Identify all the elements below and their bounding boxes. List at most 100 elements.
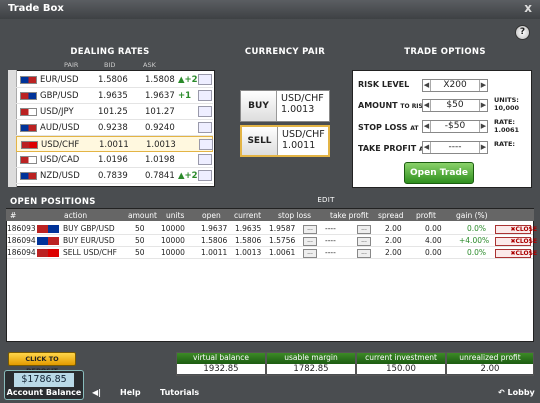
- unrealized-profit-value: 2.00: [447, 364, 533, 374]
- close-position-button[interactable]: ✖ CLOSE: [495, 237, 537, 246]
- mini-chart-icon[interactable]: [198, 106, 212, 117]
- position-spread: 2.00: [385, 224, 402, 233]
- edit-stop-button[interactable]: ...: [303, 225, 317, 234]
- table-row[interactable]: 186094 SELL USD/CHF 50 10000 1.0011 1.00…: [7, 248, 537, 259]
- rate-ask: 1.9637: [145, 91, 175, 101]
- units-label: UNITS:: [494, 96, 519, 104]
- sell-pair: USD/CHF: [282, 129, 325, 140]
- position-amount: 50: [135, 236, 145, 245]
- arrow-right-icon[interactable]: ▶: [479, 100, 487, 111]
- rate2-label: RATE:: [494, 140, 516, 148]
- rate-row-usdcad[interactable]: USD/CAD 1.0196 1.0198: [16, 152, 213, 168]
- position-gain: 0.0%: [467, 224, 487, 233]
- units-value: 10,000: [494, 104, 520, 112]
- edit-take-button[interactable]: ...: [357, 225, 371, 234]
- edit-stop-button[interactable]: ...: [303, 249, 317, 258]
- position-profit: 0.00: [425, 248, 442, 257]
- flag-icon: [20, 124, 37, 132]
- position-profit: 4.00: [425, 236, 442, 245]
- arrow-left-icon[interactable]: ◀: [423, 142, 431, 153]
- unrealized-profit: unrealized profit 2.00: [446, 352, 534, 376]
- mini-chart-icon[interactable]: [198, 170, 212, 181]
- position-amount: 50: [135, 224, 145, 233]
- stop-loss-stepper[interactable]: ◀ -$50 ▶: [422, 120, 488, 133]
- open-trade-button[interactable]: Open Trade: [404, 162, 474, 184]
- mini-chart-icon[interactable]: [198, 74, 212, 85]
- position-id: 186094: [7, 248, 36, 257]
- flag-icon: [20, 92, 37, 100]
- rate-pair: USD/CHF: [41, 140, 80, 150]
- mini-chart-icon[interactable]: [198, 122, 212, 133]
- col-id: #: [10, 211, 17, 220]
- close-icon[interactable]: x: [524, 1, 532, 15]
- edit-take-button[interactable]: ...: [357, 249, 371, 258]
- sell-label: SELL: [242, 127, 278, 155]
- rate-bid: 0.9238: [98, 123, 128, 133]
- edit-stop-button[interactable]: ...: [303, 237, 317, 246]
- sell-button[interactable]: SELL USD/CHF 1.0011: [240, 125, 330, 157]
- amount-label: AMOUNT TO RISK: [358, 101, 428, 110]
- buy-button[interactable]: BUY USD/CHF 1.0013: [240, 90, 330, 122]
- position-current: 1.5806: [235, 236, 262, 245]
- amount-label-text: AMOUNT: [358, 101, 398, 110]
- title-bar: Trade Box x: [0, 0, 540, 19]
- position-profit: 0.00: [425, 224, 442, 233]
- col-action: action: [64, 211, 88, 220]
- table-row[interactable]: 186094 BUY EUR/USD 50 10000 1.5806 1.580…: [7, 236, 537, 247]
- col-current: current: [234, 211, 262, 220]
- tutorials-link[interactable]: Tutorials: [160, 388, 199, 397]
- col-pair: PAIR: [64, 61, 79, 69]
- lobby-link[interactable]: ↶ Lobby: [498, 388, 535, 397]
- change-text: +2: [184, 75, 198, 85]
- rate-row-gbpusd[interactable]: GBP/USD 1.9635 1.9637 +1: [16, 88, 213, 104]
- back-icon[interactable]: ◀|: [92, 388, 101, 397]
- rate-row-audusd[interactable]: AUD/USD 0.9238 0.9240: [16, 120, 213, 136]
- table-row[interactable]: 186093 BUY GBP/USD 50 10000 1.9637 1.963…: [7, 224, 537, 235]
- arrow-left-icon[interactable]: ◀: [423, 100, 431, 111]
- col-gain: gain (%): [456, 211, 488, 220]
- mini-chart-icon[interactable]: [198, 154, 212, 165]
- rate-pair: NZD/USD: [40, 171, 80, 181]
- arrow-left-icon[interactable]: ◀: [423, 121, 431, 132]
- position-action: BUY GBP/USD: [63, 224, 115, 233]
- lobby-label: Lobby: [507, 388, 535, 397]
- col-units: units: [166, 211, 185, 220]
- risk-level-label: RISK LEVEL: [358, 80, 410, 89]
- col-profit: profit: [416, 211, 436, 220]
- rate-row-usdjpy[interactable]: USD/JPY 101.25 101.27: [16, 104, 213, 120]
- risk-level-stepper[interactable]: ◀ X200 ▶: [422, 79, 488, 92]
- help-link[interactable]: Help: [120, 388, 141, 397]
- position-spread: 2.00: [385, 236, 402, 245]
- rate-ask: 1.0198: [145, 155, 175, 165]
- close-label: CLOSE: [515, 238, 538, 245]
- close-position-button[interactable]: ✖ CLOSE: [495, 249, 537, 258]
- help-icon[interactable]: ?: [515, 25, 530, 40]
- position-spread: 2.00: [385, 248, 402, 257]
- rate-row-nzdusd[interactable]: NZD/USD 0.7839 0.7841 ▲+2: [16, 168, 213, 184]
- take-profit-stepper[interactable]: ◀ ---- ▶: [422, 141, 488, 154]
- deposit-button[interactable]: CLICK TO DEPOSIT: [8, 352, 76, 375]
- mini-chart-icon[interactable]: [199, 139, 213, 150]
- position-stop: 1.5756: [269, 236, 296, 245]
- change-text: +2: [184, 171, 198, 181]
- rate-ask: 0.9240: [145, 123, 175, 133]
- rate-bid: 1.0196: [98, 155, 128, 165]
- mini-chart-icon[interactable]: [198, 90, 212, 101]
- change-value: ▲+2: [178, 171, 198, 181]
- units-info: UNITS: 10,000: [494, 96, 519, 112]
- arrow-right-icon[interactable]: ▶: [479, 80, 487, 91]
- virtual-balance: virtual balance 1932.85: [176, 352, 266, 376]
- rate-ask: 1.0013: [146, 140, 176, 150]
- close-position-button[interactable]: ✖ CLOSE: [495, 225, 537, 234]
- rate-pair: USD/JPY: [40, 107, 74, 117]
- edit-take-button[interactable]: ...: [357, 237, 371, 246]
- rate-row-usdchf[interactable]: USD/CHF 1.0011 1.0013: [16, 136, 213, 152]
- arrow-right-icon[interactable]: ▶: [479, 142, 487, 153]
- position-amount: 50: [135, 248, 145, 257]
- rate-row-eurusd[interactable]: EUR/USD 1.5806 1.5808 ▲+2: [16, 72, 213, 88]
- account-balance: $1786.85 Account Balance: [4, 370, 84, 400]
- arrow-left-icon[interactable]: ◀: [423, 80, 431, 91]
- amount-stepper[interactable]: ◀ $50 ▶: [422, 99, 488, 112]
- arrow-right-icon[interactable]: ▶: [479, 121, 487, 132]
- sell-info: USD/CHF 1.0011: [282, 129, 325, 151]
